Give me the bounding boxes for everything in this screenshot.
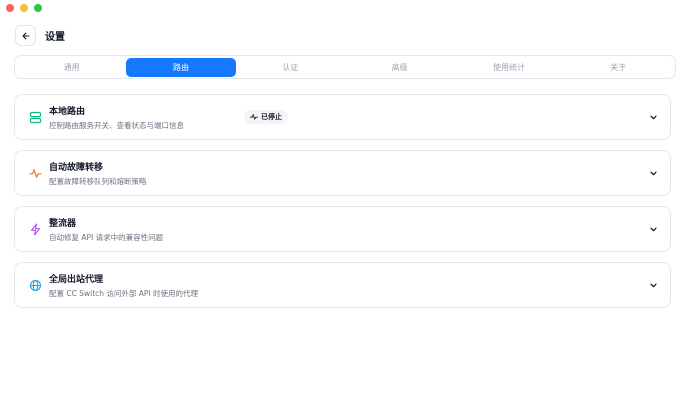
lightning-icon — [28, 222, 42, 236]
local-routing-card[interactable]: 本地路由 控制路由服务开关、查看状态与端口信息 已停止 — [14, 94, 671, 140]
page-title: 设置 — [45, 32, 65, 43]
card-title: 全局出站代理 — [49, 274, 104, 285]
close-window-button[interactable] — [6, 4, 14, 12]
card-title: 整流器 — [49, 218, 77, 229]
chevron-down-icon[interactable] — [648, 280, 658, 290]
minimize-window-button[interactable] — [20, 4, 28, 12]
auto-failover-card[interactable]: 自动故障转移 配置故障转移队列和熔断策略 — [14, 150, 671, 196]
back-button[interactable] — [15, 25, 36, 46]
status-badge: 已停止 — [244, 110, 288, 124]
tab-usage-stats[interactable]: 使用统计 — [454, 58, 563, 77]
pulse-icon — [250, 114, 258, 120]
card-description: 配置故障转移队列和熔断策略 — [49, 176, 147, 186]
routing-sections: 本地路由 控制路由服务开关、查看状态与端口信息 已停止 自动故障转移 配置故障转… — [14, 94, 671, 318]
card-title: 自动故障转移 — [49, 162, 104, 173]
tab-auth[interactable]: 认证 — [236, 58, 345, 77]
rectifier-card[interactable]: 整流器 自动修复 API 请求中的兼容性问题 — [14, 206, 671, 252]
window-controls — [6, 4, 42, 12]
chevron-down-icon[interactable] — [648, 168, 658, 178]
tab-advanced[interactable]: 高级 — [345, 58, 454, 77]
card-description: 配置 CC Switch 访问外部 API 时使用的代理 — [49, 288, 199, 298]
tab-routing[interactable]: 路由 — [126, 57, 236, 77]
zoom-window-button[interactable] — [34, 4, 42, 12]
tab-general[interactable]: 通用 — [17, 58, 126, 77]
settings-window: 设置 通用 路由 认证 高级 使用统计 关于 本地路由 控制路由服务开关、查看状… — [0, 0, 690, 407]
arrow-left-icon — [21, 32, 30, 39]
status-text: 已停止 — [261, 113, 282, 121]
server-icon — [28, 110, 42, 124]
card-description: 自动修复 API 请求中的兼容性问题 — [49, 232, 164, 242]
chevron-down-icon[interactable] — [648, 224, 658, 234]
global-outbound-proxy-card[interactable]: 全局出站代理 配置 CC Switch 访问外部 API 时使用的代理 — [14, 262, 671, 308]
activity-icon — [28, 166, 42, 180]
page-header: 设置 — [15, 25, 65, 46]
globe-icon — [28, 278, 42, 292]
card-title: 本地路由 — [49, 106, 86, 117]
settings-tabs: 通用 路由 认证 高级 使用统计 关于 — [14, 55, 676, 79]
card-description: 控制路由服务开关、查看状态与端口信息 — [49, 120, 184, 130]
tab-about[interactable]: 关于 — [564, 58, 673, 77]
chevron-down-icon[interactable] — [648, 112, 658, 122]
